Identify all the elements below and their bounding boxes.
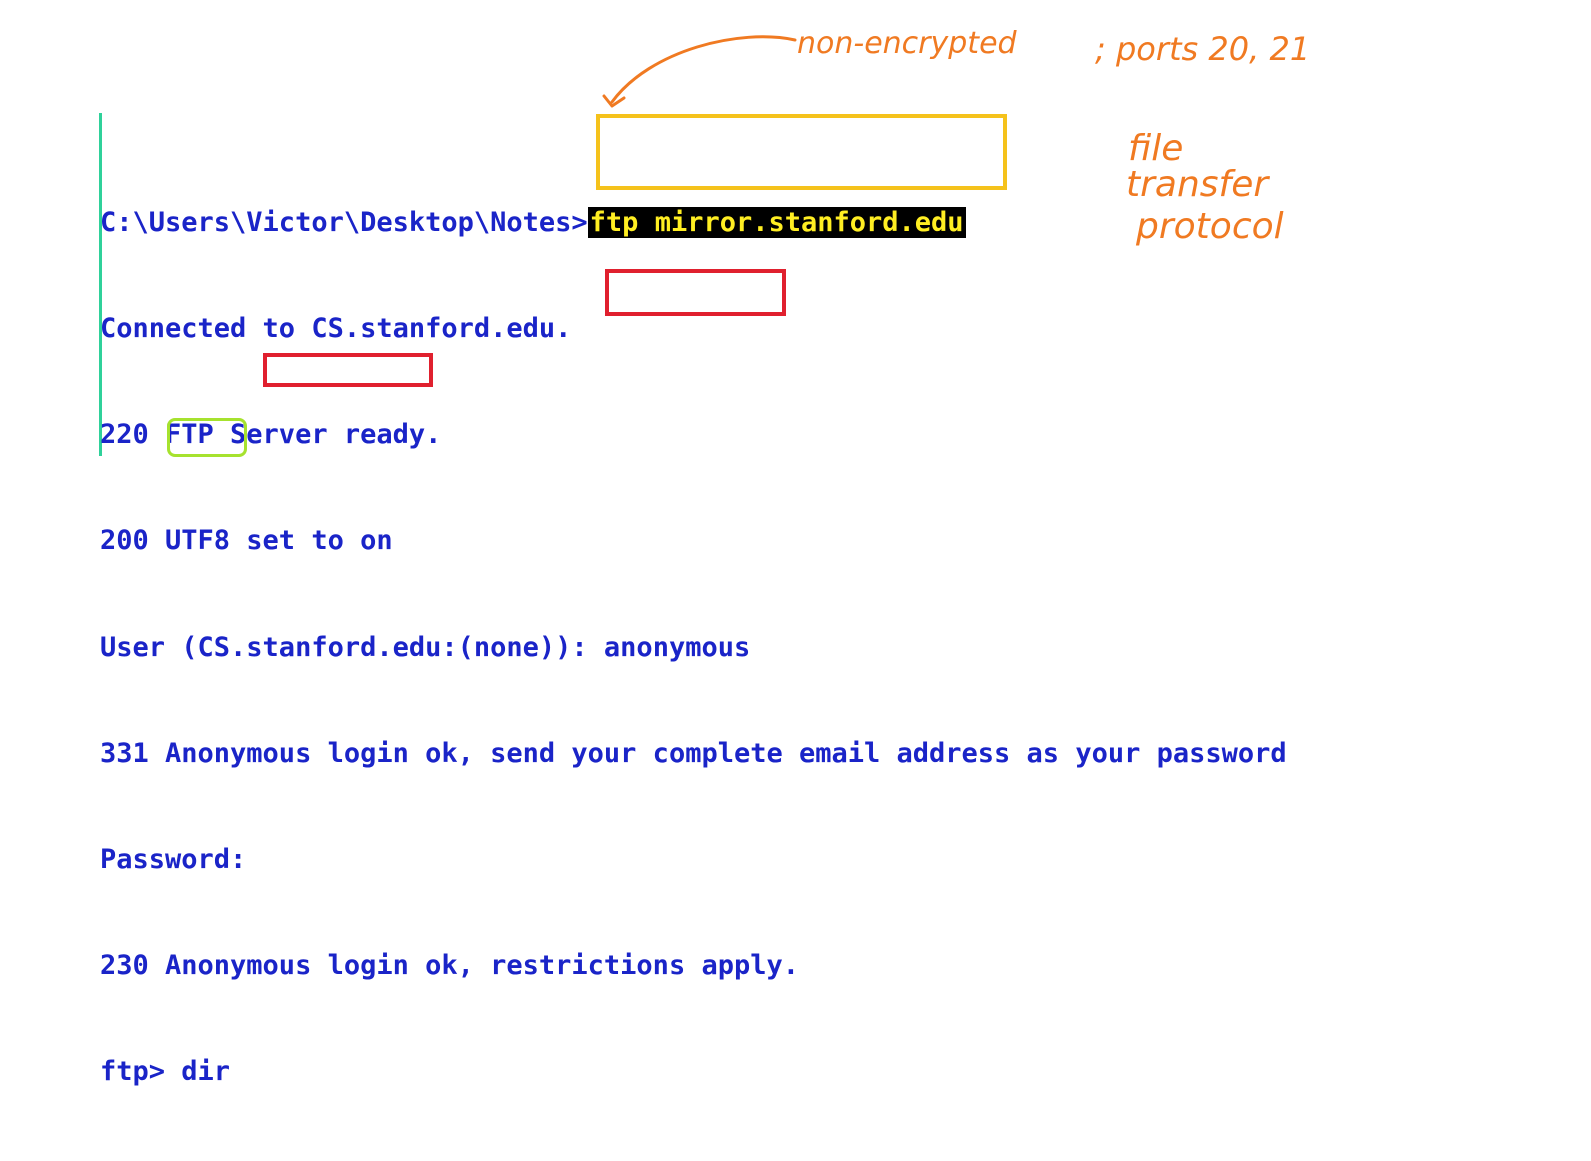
note-acronym-file: file — [1128, 128, 1183, 169]
terminal-line-331: 331 Anonymous login ok, send your comple… — [100, 737, 1287, 769]
terminal-line-230: 230 Anonymous login ok, restrictions app… — [100, 950, 799, 982]
terminal-line-password: Password: — [100, 842, 1287, 877]
password-prompt: Password: — [100, 844, 263, 876]
note-acronym-protocol: protocol — [1135, 206, 1284, 247]
handwritten-annotations: non-encrypted ; ports 20, 21 file transf… — [602, 26, 1310, 247]
note-non-encrypted: non-encrypted — [797, 26, 1018, 61]
curved-arrow-icon — [610, 35, 797, 104]
note-acronym-transfer: transfer — [1126, 164, 1270, 205]
terminal-line-ftp-prompt: ftp> dir — [100, 1054, 1287, 1089]
note-ports: ; ports 20, 21 — [1095, 30, 1310, 68]
ftp-prompt: ftp> — [100, 1056, 182, 1088]
ftp-dir-command[interactable]: dir — [181, 1056, 230, 1087]
annotated-terminal-screenshot: C:\Users\Victor\Desktop\Notes>ftp mirror… — [0, 0, 1591, 1087]
